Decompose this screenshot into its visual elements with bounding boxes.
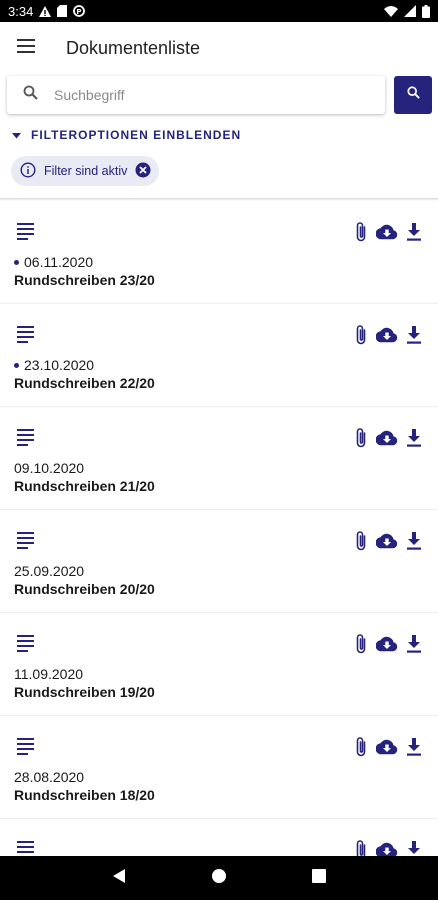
- chevron-down-icon: [12, 128, 21, 142]
- search-field[interactable]: [7, 76, 385, 114]
- cloud-download-icon[interactable]: [375, 430, 398, 451]
- date-text: 09.10.2020: [14, 460, 85, 476]
- info-icon: [20, 161, 36, 181]
- document-title: Rundschreiben 21/20: [14, 478, 155, 494]
- status-bar: 3:34 P: [0, 0, 438, 22]
- wifi-icon: [384, 5, 398, 17]
- download-icon[interactable]: [406, 429, 422, 452]
- list-item[interactable]: 09.10.2020 Rundschreiben 21/20: [0, 407, 438, 510]
- system-nav-bar: [0, 856, 438, 900]
- text-document-icon: [17, 326, 35, 348]
- date-text: 06.11.2020: [24, 254, 94, 270]
- menu-icon: [17, 38, 35, 58]
- item-actions: [354, 221, 422, 248]
- svg-text:P: P: [77, 8, 82, 16]
- menu-button[interactable]: [0, 22, 52, 74]
- cloud-download-icon[interactable]: [375, 224, 398, 245]
- filter-toggle-label: FILTEROPTIONEN EINBLENDEN: [31, 128, 242, 142]
- list-item[interactable]: 28.08.2020 Rundschreiben 18/20: [0, 716, 438, 819]
- document-title: Rundschreiben 22/20: [14, 375, 155, 391]
- download-icon[interactable]: [406, 532, 422, 555]
- date-text: 28.08.2020: [14, 769, 85, 785]
- paperclip-icon[interactable]: [354, 530, 368, 557]
- cloud-download-icon[interactable]: [375, 739, 398, 760]
- page-title: Dokumentenliste: [66, 37, 201, 58]
- data-saver-icon: P: [73, 5, 86, 17]
- item-actions: [354, 633, 422, 660]
- text-document-icon: [17, 841, 35, 856]
- chip-label: Filter sind aktiv: [44, 164, 128, 178]
- cloud-download-icon[interactable]: [375, 327, 398, 348]
- list-item[interactable]: 23.10.2020 Rundschreiben 22/20: [0, 304, 438, 407]
- filter-options-toggle[interactable]: FILTEROPTIONEN EINBLENDEN: [12, 128, 241, 142]
- text-document-icon: [17, 429, 35, 451]
- text-document-icon: [17, 738, 35, 760]
- download-icon[interactable]: [406, 738, 422, 761]
- paperclip-icon[interactable]: [354, 633, 368, 660]
- back-button[interactable]: [112, 868, 126, 889]
- date-text: 23.10.2020: [24, 357, 95, 373]
- download-icon[interactable]: [406, 326, 422, 349]
- date-text: 25.09.2020: [14, 563, 85, 579]
- warning-icon: [39, 5, 52, 17]
- item-actions: [354, 427, 422, 454]
- document-list: 06.11.2020 Rundschreiben 23/20 23.10.202…: [0, 201, 438, 856]
- list-item[interactable]: 25.09.2020 Rundschreiben 20/20: [0, 510, 438, 613]
- search-input[interactable]: [54, 87, 354, 103]
- home-button[interactable]: [211, 868, 227, 889]
- download-icon[interactable]: [406, 635, 422, 658]
- document-title: Rundschreiben 18/20: [14, 787, 155, 803]
- list-item[interactable]: [0, 819, 438, 856]
- date-text: 11.09.2020: [14, 666, 84, 682]
- cloud-download-icon[interactable]: [375, 842, 398, 856]
- signal-icon: [404, 5, 416, 17]
- sd-card-icon: [57, 5, 68, 17]
- recents-button[interactable]: [311, 868, 326, 888]
- unread-dot: [14, 362, 19, 368]
- text-document-icon: [17, 532, 35, 554]
- battery-icon: [422, 4, 430, 18]
- cloud-download-icon[interactable]: [375, 636, 398, 657]
- document-date: 23.10.2020: [14, 357, 94, 373]
- document-date: 25.09.2020: [14, 563, 84, 579]
- search-icon: [23, 85, 38, 105]
- document-date: 28.08.2020: [14, 769, 84, 785]
- paperclip-icon[interactable]: [354, 736, 368, 763]
- item-actions: [354, 530, 422, 557]
- search-icon: [406, 86, 420, 104]
- document-date: 11.09.2020: [14, 666, 83, 682]
- list-item[interactable]: 11.09.2020 Rundschreiben 19/20: [0, 613, 438, 716]
- list-item[interactable]: 06.11.2020 Rundschreiben 23/20: [0, 201, 438, 304]
- paperclip-icon[interactable]: [354, 839, 368, 856]
- item-actions: [354, 839, 422, 856]
- unread-dot: [14, 259, 19, 265]
- download-icon[interactable]: [406, 223, 422, 246]
- close-circle-icon[interactable]: [135, 162, 151, 181]
- app-bar: Dokumentenliste: [0, 22, 438, 74]
- search-button[interactable]: [394, 76, 432, 114]
- status-time: 3:34: [8, 3, 34, 19]
- document-title: Rundschreiben 20/20: [14, 581, 155, 597]
- document-title: Rundschreiben 19/20: [14, 684, 155, 700]
- download-icon[interactable]: [406, 841, 422, 856]
- active-filter-chip[interactable]: Filter sind aktiv: [11, 156, 160, 186]
- text-document-icon: [17, 635, 35, 657]
- document-date: 09.10.2020: [14, 460, 84, 476]
- document-title: Rundschreiben 23/20: [14, 272, 155, 288]
- paperclip-icon[interactable]: [354, 221, 368, 248]
- document-date: 06.11.2020: [14, 254, 93, 270]
- cloud-download-icon[interactable]: [375, 533, 398, 554]
- paperclip-icon[interactable]: [354, 324, 368, 351]
- search-row: [7, 76, 433, 116]
- item-actions: [354, 736, 422, 763]
- paperclip-icon[interactable]: [354, 427, 368, 454]
- item-actions: [354, 324, 422, 351]
- text-document-icon: [17, 223, 35, 245]
